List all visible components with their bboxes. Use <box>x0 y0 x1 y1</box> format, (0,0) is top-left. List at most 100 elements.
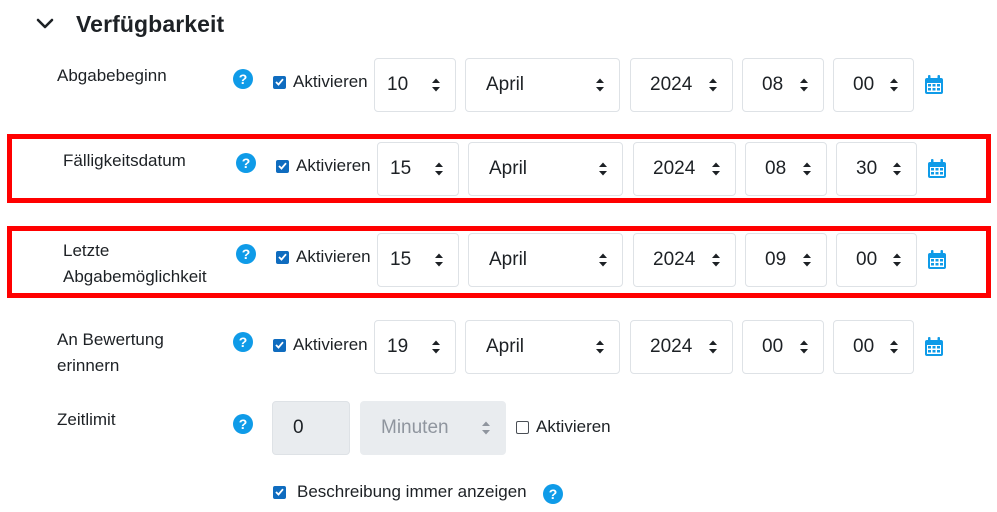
year-select[interactable]: 2024 <box>630 320 733 374</box>
hour-select[interactable]: 00 <box>742 320 824 374</box>
help-icon[interactable]: ? <box>543 484 563 504</box>
calendar-icon[interactable] <box>923 336 945 358</box>
minute-select[interactable]: 30 <box>836 142 917 196</box>
row-label: Abgabebeginn <box>57 66 167 85</box>
select-arrows-icon <box>709 78 717 92</box>
hour-select[interactable]: 09 <box>745 233 827 287</box>
row-label-line: erinnern <box>57 356 120 375</box>
section-title: Verfügbarkeit <box>76 10 225 37</box>
select-arrows-icon <box>890 340 898 354</box>
help-icon[interactable]: ? <box>233 332 253 352</box>
minute-value: 00 <box>853 74 875 95</box>
month-value: April <box>489 249 528 270</box>
select-arrows-icon <box>432 340 440 354</box>
select-arrows-icon <box>599 162 607 176</box>
month-value: April <box>486 74 525 95</box>
year-value: 2024 <box>653 249 696 270</box>
checkbox-checked-icon[interactable] <box>273 485 286 499</box>
month-value: April <box>489 158 528 179</box>
minute-select[interactable]: 00 <box>833 320 914 374</box>
select-arrows-icon <box>893 162 901 176</box>
day-value: 15 <box>390 158 412 179</box>
checkbox-checked-icon[interactable] <box>273 338 286 352</box>
day-select[interactable]: 15 <box>377 142 459 196</box>
select-arrows-icon <box>712 253 720 267</box>
checkbox-checked-icon[interactable] <box>276 250 289 264</box>
calendar-icon[interactable] <box>926 249 948 271</box>
month-value: April <box>486 336 525 357</box>
select-arrows-icon <box>709 340 717 354</box>
select-arrows-icon <box>482 421 490 435</box>
help-icon[interactable]: ? <box>233 414 253 434</box>
enable-checkbox[interactable]: Aktivieren <box>276 156 371 176</box>
year-select[interactable]: 2024 <box>630 58 733 112</box>
select-arrows-icon <box>800 78 808 92</box>
month-select[interactable]: April <box>468 142 623 196</box>
calendar-icon[interactable] <box>926 158 948 180</box>
chevron-down-icon[interactable] <box>34 13 56 35</box>
select-arrows-icon <box>435 253 443 267</box>
row-label: An Bewertung erinnern <box>57 327 227 379</box>
month-select[interactable]: April <box>465 320 620 374</box>
hour-value: 08 <box>762 74 784 95</box>
checkbox-checked-icon[interactable] <box>273 75 286 89</box>
row-label-line: An Bewertung <box>57 330 164 349</box>
time-unit-select[interactable]: Minuten <box>360 401 506 455</box>
row-label: Fälligkeitsdatum <box>63 151 186 170</box>
calendar-icon[interactable] <box>923 74 945 96</box>
day-value: 15 <box>390 249 412 270</box>
select-arrows-icon <box>432 78 440 92</box>
description-label: Beschreibung immer anzeigen <box>297 482 527 501</box>
section-header[interactable]: Verfügbarkeit <box>34 8 224 40</box>
enable-label: Aktivieren <box>293 72 368 91</box>
minute-value: 00 <box>853 336 875 357</box>
hour-value: 00 <box>762 336 784 357</box>
day-select[interactable]: 10 <box>374 58 456 112</box>
year-value: 2024 <box>653 158 696 179</box>
row-label: Letzte Abgabemöglichkeit <box>63 238 233 290</box>
checkbox-unchecked-icon[interactable] <box>516 420 529 434</box>
row-label: Zeitlimit <box>57 410 116 429</box>
select-arrows-icon <box>803 162 811 176</box>
year-select[interactable]: 2024 <box>633 233 736 287</box>
hour-select[interactable]: 08 <box>742 58 824 112</box>
day-select[interactable]: 19 <box>374 320 456 374</box>
time-limit-input[interactable]: 0 <box>272 401 350 455</box>
availability-settings: Verfügbarkeit Abgabebeginn ? Aktivieren … <box>0 0 997 512</box>
description-checkbox[interactable]: Beschreibung immer anzeigen <box>273 482 527 502</box>
select-arrows-icon <box>890 78 898 92</box>
day-select[interactable]: 15 <box>377 233 459 287</box>
enable-label: Aktivieren <box>536 417 611 436</box>
hour-value: 09 <box>765 249 787 270</box>
row-label-line: Abgabemöglichkeit <box>63 267 207 286</box>
minute-value: 30 <box>856 158 878 179</box>
year-value: 2024 <box>650 336 693 357</box>
enable-checkbox[interactable]: Aktivieren <box>273 72 368 92</box>
month-select[interactable]: April <box>465 58 620 112</box>
minute-select[interactable]: 00 <box>833 58 914 112</box>
hour-select[interactable]: 08 <box>745 142 827 196</box>
select-arrows-icon <box>800 340 808 354</box>
month-select[interactable]: April <box>468 233 623 287</box>
select-arrows-icon <box>803 253 811 267</box>
select-arrows-icon <box>596 340 604 354</box>
enable-label: Aktivieren <box>296 247 371 266</box>
day-value: 10 <box>387 74 409 95</box>
help-icon[interactable]: ? <box>236 153 256 173</box>
checkbox-checked-icon[interactable] <box>276 159 289 173</box>
time-limit-value: 0 <box>293 417 304 438</box>
minute-value: 00 <box>856 249 878 270</box>
help-icon[interactable]: ? <box>233 69 253 89</box>
enable-checkbox[interactable]: Aktivieren <box>276 247 371 267</box>
select-arrows-icon <box>599 253 607 267</box>
row-label-line: Letzte <box>63 241 110 260</box>
minute-select[interactable]: 00 <box>836 233 917 287</box>
time-unit-value: Minuten <box>381 417 449 438</box>
select-arrows-icon <box>893 253 901 267</box>
year-select[interactable]: 2024 <box>633 142 736 196</box>
day-value: 19 <box>387 336 409 357</box>
time-limit-enable-checkbox[interactable]: Aktivieren <box>516 417 611 437</box>
help-icon[interactable]: ? <box>236 244 256 264</box>
select-arrows-icon <box>435 162 443 176</box>
enable-checkbox[interactable]: Aktivieren <box>273 335 368 355</box>
